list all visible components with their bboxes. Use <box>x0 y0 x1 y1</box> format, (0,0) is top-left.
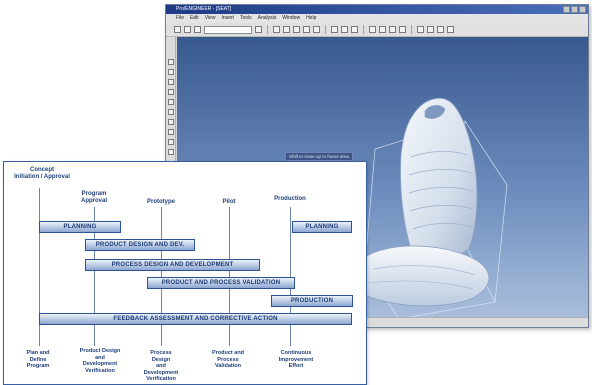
phase-bar-planning: PLANNING <box>39 221 121 233</box>
sweep-icon[interactable] <box>167 99 174 105</box>
datum-points-icon[interactable] <box>389 26 396 33</box>
phase-bar-product-design: PRODUCT DESIGN AND DEV. <box>85 239 195 251</box>
save-icon[interactable] <box>194 26 201 33</box>
seat-cushion <box>352 245 490 307</box>
sketch-icon[interactable] <box>167 69 174 75</box>
repaint-icon[interactable] <box>255 26 262 33</box>
shaded-icon[interactable] <box>351 26 358 33</box>
cad-title-bar: Pro/ENGINEER - [SEAT] <box>166 5 588 14</box>
menu-window[interactable]: Window <box>282 14 300 23</box>
close-button[interactable] <box>579 6 586 13</box>
phase-bar-production: PRODUCTION <box>271 295 353 307</box>
open-file-icon[interactable] <box>184 26 191 33</box>
orient-icon[interactable] <box>303 26 310 33</box>
window-controls <box>563 6 586 13</box>
model-selector-combo[interactable] <box>204 25 252 34</box>
cad-window-title: Pro/ENGINEER - [SEAT] <box>176 6 232 12</box>
menu-edit[interactable]: Edit <box>190 14 199 23</box>
menu-tools[interactable]: Tools <box>240 14 252 23</box>
screenshot-stage: Pro/ENGINEER - [SEAT] File Edit View Ins… <box>0 0 592 385</box>
deliverable-product-process-validation: Product and Process Validation <box>211 350 245 369</box>
minimize-button[interactable] <box>563 6 570 13</box>
coordinate-system-icon[interactable] <box>399 26 406 33</box>
phase-bar-validation: PRODUCT AND PROCESS VALIDATION <box>147 277 295 289</box>
maximize-button[interactable] <box>571 6 578 13</box>
milestone-prototype: Prototype <box>146 199 176 205</box>
datum-planes-icon[interactable] <box>369 26 376 33</box>
saved-views-icon[interactable] <box>313 26 320 33</box>
menu-view[interactable]: View <box>205 14 216 23</box>
datum-axes-icon[interactable] <box>379 26 386 33</box>
rib-icon[interactable] <box>167 149 174 155</box>
regenerate-icon[interactable] <box>447 26 454 33</box>
context-help-icon[interactable] <box>417 26 424 33</box>
shell-icon[interactable] <box>167 139 174 145</box>
wireframe-icon[interactable] <box>331 26 338 33</box>
cad-toolbar <box>166 23 588 37</box>
deliverable-plan-define: Plan and Define Program <box>26 350 50 369</box>
deliverable-continuous-improvement: Continuous Improvement Effort <box>278 350 314 369</box>
menu-analysis[interactable]: Analysis <box>258 14 277 23</box>
extrude-icon[interactable] <box>167 79 174 85</box>
milestone-concept: Concept Initiation / Approval <box>14 167 70 180</box>
deliverable-process-design-verification: Process Design and Development Verificat… <box>143 350 179 382</box>
zoom-out-icon[interactable] <box>283 26 290 33</box>
hidden-line-icon[interactable] <box>341 26 348 33</box>
chamfer-icon[interactable] <box>167 129 174 135</box>
menu-insert[interactable]: Insert <box>221 14 234 23</box>
model-tree-icon[interactable] <box>437 26 444 33</box>
fit-view-icon[interactable] <box>293 26 300 33</box>
phase-bar-feedback: FEEDBACK ASSESSMENT AND CORRECTIVE ACTIO… <box>39 313 352 325</box>
seat-back <box>400 98 478 260</box>
milestone-pilot: Pilot <box>222 199 236 205</box>
cad-menu-bar: File Edit View Insert Tools Analysis Win… <box>166 14 588 23</box>
round-icon[interactable] <box>167 119 174 125</box>
toolbar-separator <box>325 25 326 34</box>
zoom-in-icon[interactable] <box>273 26 280 33</box>
blend-icon[interactable] <box>167 109 174 115</box>
viewport-tooltip: Shift to close up to frame area <box>285 152 354 161</box>
menu-file[interactable]: File <box>176 14 184 23</box>
new-file-icon[interactable] <box>174 26 181 33</box>
deliverable-product-design-verification: Product Design and Development Verificat… <box>79 348 121 374</box>
milestone-program-approval: Program Approval <box>80 191 108 204</box>
milestone-production: Production <box>274 196 306 202</box>
toolbar-separator <box>363 25 364 34</box>
apqp-process-chart: Concept Initiation / Approval Program Ap… <box>3 161 367 385</box>
revolve-icon[interactable] <box>167 89 174 95</box>
layers-icon[interactable] <box>427 26 434 33</box>
menu-help[interactable]: Help <box>306 14 316 23</box>
toolbar-separator <box>411 25 412 34</box>
phase-bar-planning-production: PLANNING <box>292 221 352 233</box>
select-icon[interactable] <box>167 59 174 65</box>
toolbar-separator <box>267 25 268 34</box>
phase-bar-process-design: PROCESS DESIGN AND DEVELOPMENT <box>85 259 260 271</box>
